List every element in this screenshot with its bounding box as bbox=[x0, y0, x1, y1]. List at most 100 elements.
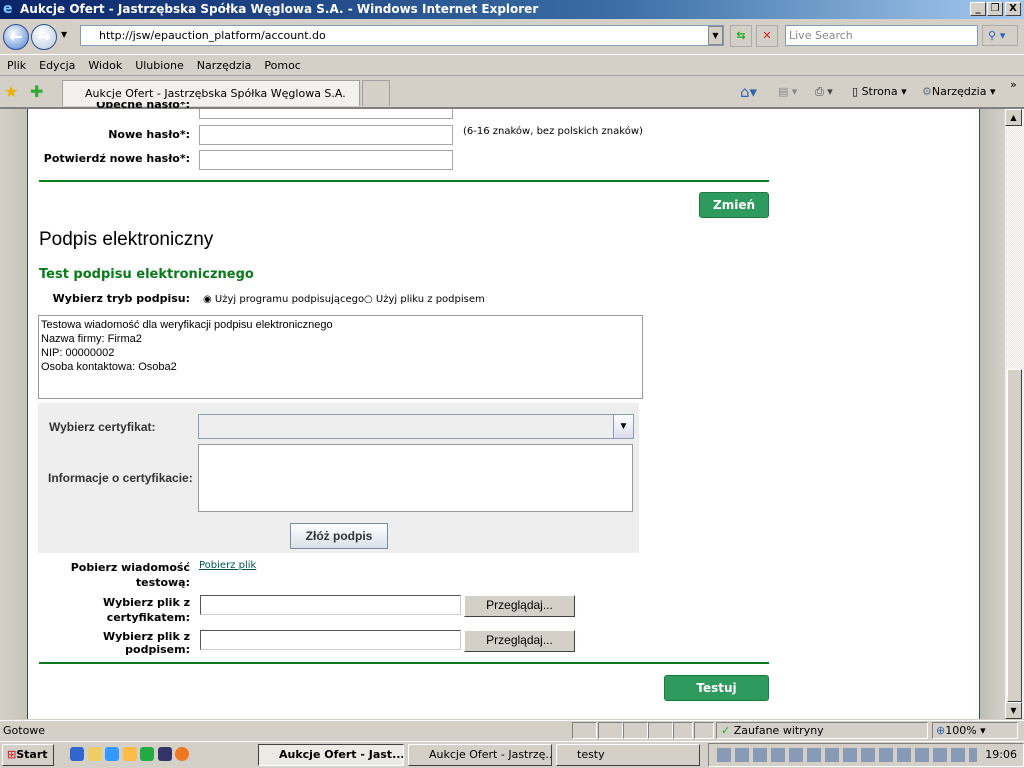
section-subtitle: Test podpisu elektronicznego bbox=[39, 267, 254, 282]
zoom-control[interactable]: ⊕100% ▾ bbox=[932, 722, 1018, 739]
url-input[interactable]: http://jsw/epauction_platform/account.do bbox=[80, 25, 724, 46]
menu-pomoc[interactable]: Pomoc bbox=[264, 59, 300, 72]
certificate-label: Wybierz certyfikat: bbox=[49, 420, 156, 434]
password-hint: (6-16 znaków, bez polskich znaków) bbox=[463, 126, 643, 137]
tray-icons[interactable] bbox=[717, 748, 977, 762]
forward-button[interactable]: → bbox=[31, 24, 57, 50]
confirm-password-label: Potwierdź nowe hasło*: bbox=[43, 152, 190, 165]
certificate-file-label: Wybierz plik z certyfikatem: bbox=[102, 596, 190, 624]
print-icon[interactable]: ⎙ ▾ bbox=[815, 85, 833, 99]
pen-icon[interactable] bbox=[157, 747, 172, 761]
divider bbox=[39, 180, 769, 182]
home-icon[interactable]: ⌂▾ bbox=[740, 83, 757, 101]
confirm-password-input[interactable] bbox=[199, 150, 453, 170]
feeds-icon[interactable]: ▤ ▾ bbox=[778, 85, 797, 98]
signing-applet: Wybierz certyfikat: ▼ Informacje o certy… bbox=[38, 403, 639, 553]
new-password-input[interactable] bbox=[199, 125, 453, 145]
firefox-icon[interactable] bbox=[175, 747, 189, 761]
status-panel bbox=[623, 722, 648, 739]
history-dropdown-icon[interactable]: ▼ bbox=[61, 30, 67, 39]
window-title: Aukcje Ofert - Jastrzębska Spółka Węglow… bbox=[0, 0, 1024, 19]
signature-file-label: Wybierz plik z podpisem: bbox=[102, 630, 190, 656]
status-panel bbox=[694, 722, 714, 739]
menu-widok[interactable]: Widok bbox=[88, 59, 122, 72]
test-message-textarea[interactable]: Testowa wiadomość dla weryfikacji podpis… bbox=[38, 315, 643, 399]
message-line: Testowa wiadomość dla weryfikacji podpis… bbox=[41, 319, 333, 331]
left-margin bbox=[0, 109, 28, 719]
sign-mode-label: Wybierz tryb podpisu: bbox=[52, 292, 190, 305]
quick-launch-icon[interactable] bbox=[70, 747, 84, 761]
right-margin bbox=[979, 109, 1005, 719]
refresh-icon[interactable]: ⇆ bbox=[730, 25, 752, 47]
status-panel bbox=[673, 722, 693, 739]
download-file-link[interactable]: Pobierz plik bbox=[199, 560, 256, 571]
close-button[interactable]: X bbox=[1005, 2, 1021, 16]
back-button[interactable]: ← bbox=[3, 24, 29, 50]
checkmark-icon: ✓ bbox=[721, 724, 731, 737]
minimize-button[interactable]: _ bbox=[970, 2, 986, 16]
test-button[interactable]: Testuj bbox=[664, 675, 769, 701]
certificate-info-label: Informacje o certyfikacie: bbox=[48, 471, 193, 485]
menu-ulubione[interactable]: Ulubione bbox=[135, 59, 184, 72]
search-icon[interactable]: ⚲ ▾ bbox=[982, 25, 1018, 46]
radio-unchecked-icon[interactable]: ○ bbox=[364, 294, 373, 305]
page-menu[interactable]: ▯ Strona ▾ bbox=[852, 85, 907, 98]
signature-file-input[interactable] bbox=[200, 630, 461, 650]
task-firefox-aukcje[interactable]: Aukcje Ofert - Jastrzę... bbox=[408, 744, 552, 766]
stop-icon[interactable]: ✕ bbox=[756, 25, 778, 47]
certificate-file-input[interactable] bbox=[200, 595, 461, 615]
zoom-icon: ⊕ bbox=[936, 724, 946, 737]
scroll-up-button[interactable]: ▲ bbox=[1005, 109, 1022, 126]
status-text: Gotowe bbox=[3, 724, 46, 737]
current-password-label: Obecne hasło*: bbox=[96, 102, 190, 111]
certificate-select[interactable]: ▼ bbox=[198, 414, 634, 439]
menu-bar: Plik Edycja Widok Ulubione Narzędzia Pomoc bbox=[0, 54, 1024, 76]
chevron-down-icon[interactable]: ▼ bbox=[613, 415, 633, 438]
radio-use-program[interactable]: ◉ Użyj programu podpisującego bbox=[203, 294, 364, 305]
status-panel bbox=[648, 722, 673, 739]
ie-logo-icon: e bbox=[3, 1, 13, 17]
message-line: NIP: 00000002 bbox=[41, 347, 115, 359]
page-icon: ▯ bbox=[852, 85, 862, 98]
search-input[interactable]: Live Search bbox=[785, 25, 978, 46]
start-button[interactable]: ⊞Start bbox=[2, 744, 54, 766]
maximize-button[interactable]: ❐ bbox=[987, 2, 1003, 16]
download-message-label: Pobierz wiadomość testową: bbox=[70, 561, 190, 589]
scroll-down-button[interactable]: ▼ bbox=[1005, 702, 1022, 719]
scrollbar-thumb[interactable] bbox=[1007, 369, 1022, 702]
task-testy-folder[interactable]: testy bbox=[556, 744, 700, 766]
radio-checked-icon[interactable]: ◉ bbox=[203, 294, 212, 305]
new-tab-button[interactable] bbox=[362, 80, 390, 106]
folder-icon[interactable] bbox=[87, 747, 102, 761]
current-password-input[interactable] bbox=[199, 109, 453, 119]
browse-signature-button[interactable]: Przeglądaj... bbox=[464, 630, 575, 652]
change-password-button[interactable]: Zmień bbox=[699, 192, 769, 218]
certificate-info-textarea[interactable] bbox=[198, 444, 633, 512]
more-chevron-icon[interactable]: » bbox=[1010, 78, 1017, 91]
ie-icon[interactable] bbox=[105, 747, 119, 761]
system-tray: 19:06 bbox=[708, 743, 1024, 767]
clock: 19:06 bbox=[985, 748, 1017, 761]
message-line: Nazwa firmy: Firma2 bbox=[41, 333, 142, 345]
divider bbox=[39, 662, 769, 664]
menu-edycja[interactable]: Edycja bbox=[39, 59, 75, 72]
add-favorite-icon[interactable]: ✚ bbox=[30, 82, 43, 101]
security-zone[interactable]: ✓ Zaufane witryny bbox=[716, 722, 928, 739]
message-line: Osoba kontaktowa: Osoba2 bbox=[41, 361, 177, 373]
section-title: Podpis elektroniczny bbox=[39, 229, 214, 250]
url-dropdown-icon[interactable]: ▼ bbox=[708, 26, 723, 45]
tools-menu[interactable]: ⚙Narzędzia ▾ bbox=[922, 85, 996, 98]
radio-use-file[interactable]: ○ Użyj pliku z podpisem bbox=[364, 294, 485, 305]
sign-button[interactable]: Złóż podpis bbox=[290, 523, 388, 549]
status-panel bbox=[572, 722, 597, 739]
media-player-icon[interactable] bbox=[140, 747, 154, 761]
menu-narzedzia[interactable]: Narzędzia bbox=[197, 59, 252, 72]
favorites-star-icon[interactable]: ★ bbox=[4, 82, 18, 101]
status-panel bbox=[598, 722, 623, 739]
quick-launch bbox=[70, 747, 189, 761]
task-ie-aukcje[interactable]: Aukcje Ofert - Jast... bbox=[258, 744, 404, 766]
browse-certificate-button[interactable]: Przeglądaj... bbox=[464, 595, 575, 617]
new-password-label: Nowe hasło*: bbox=[108, 128, 190, 141]
menu-plik[interactable]: Plik bbox=[7, 59, 26, 72]
outlook-icon[interactable] bbox=[122, 747, 137, 761]
